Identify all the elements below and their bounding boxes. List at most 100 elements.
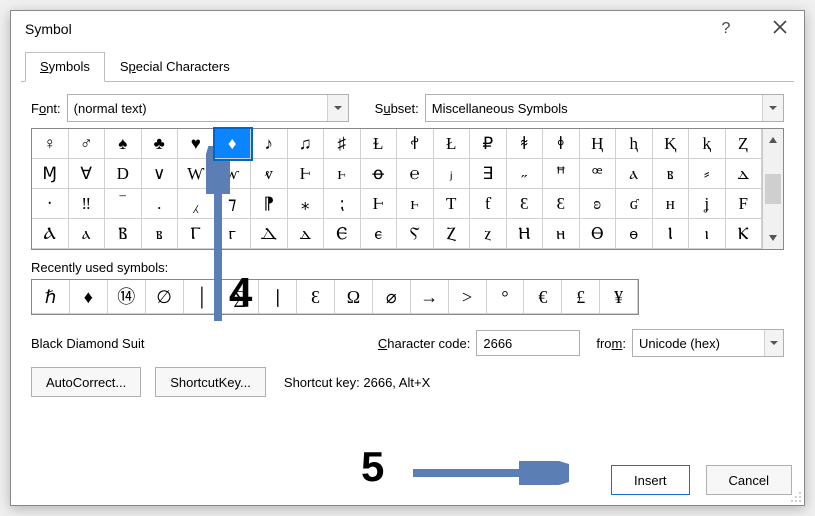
symbol-cell[interactable]: ƭ <box>470 189 507 219</box>
symbol-cell[interactable]: ʝ <box>689 189 726 219</box>
recent-symbol-cell[interactable]: ∣ <box>259 280 297 314</box>
symbol-cell[interactable]: F <box>726 189 763 219</box>
symbol-cell[interactable]: ‼ <box>69 189 106 219</box>
charcode-input[interactable] <box>476 330 580 356</box>
symbol-cell[interactable]: ♫ <box>288 129 325 159</box>
recent-symbol-cell[interactable]: Ω <box>335 280 373 314</box>
symbol-cell[interactable]: ⱼ <box>434 159 471 189</box>
recent-symbol-cell[interactable]: ⑭ <box>108 280 146 314</box>
recent-symbol-cell[interactable]: Ɛ <box>297 280 335 314</box>
symbol-cell[interactable]: ⲓ <box>689 219 726 249</box>
symbol-cell[interactable]: ꟸ <box>543 159 580 189</box>
symbol-cell[interactable]: ʜ <box>653 189 690 219</box>
subset-combobox[interactable] <box>425 94 784 122</box>
symbol-cell[interactable]: Ⲓ <box>653 219 690 249</box>
symbol-cell[interactable]: ⲅ <box>215 219 252 249</box>
recent-symbol-cell[interactable]: │ <box>184 280 222 314</box>
symbol-cell[interactable]: ∀ <box>69 159 106 189</box>
symbol-cell[interactable]: Ⲑ <box>580 219 617 249</box>
symbol-cell[interactable]: ꬸ <box>507 129 544 159</box>
symbol-cell[interactable]: ♠ <box>105 129 142 159</box>
symbol-cell[interactable]: ⱶ <box>397 189 434 219</box>
recent-symbol-cell[interactable]: ⌀ <box>373 280 411 314</box>
autocorrect-button[interactable]: AutoCorrect... <box>31 367 141 397</box>
chevron-down-icon[interactable] <box>764 330 783 356</box>
symbol-cell[interactable]: Ⱶ <box>288 159 325 189</box>
symbol-cell[interactable]: ⁎ <box>288 189 325 219</box>
recent-symbol-cell[interactable]: → <box>411 280 449 314</box>
symbol-cell[interactable]: Ⱨ <box>580 129 617 159</box>
symbol-cell[interactable]: ⁁ <box>178 189 215 219</box>
symbol-cell[interactable]: Ⲕ <box>726 219 763 249</box>
recent-symbol-cell[interactable]: ℏ <box>32 280 70 314</box>
symbol-cell[interactable]: ∨ <box>142 159 179 189</box>
recent-symbol-cell[interactable]: £ <box>562 280 600 314</box>
symbol-cell[interactable]: Ⲇ <box>251 219 288 249</box>
symbol-cell[interactable]: Ⲍ <box>434 219 471 249</box>
symbol-cell[interactable]: ⲇ <box>288 219 325 249</box>
shortcut-key-button[interactable]: Shortcut Key... <box>155 367 266 397</box>
symbol-cell[interactable]: ∃ <box>470 159 507 189</box>
symbol-cell[interactable]: ⱶ <box>324 159 361 189</box>
scroll-down-icon[interactable] <box>763 227 783 249</box>
symbol-cell[interactable]: Ɱ <box>32 159 69 189</box>
resize-grip-icon[interactable] <box>788 489 802 503</box>
symbol-cell[interactable]: ˶ <box>507 159 544 189</box>
chevron-down-icon[interactable] <box>762 95 783 121</box>
recent-symbol-cell[interactable]: ∅ <box>146 280 184 314</box>
symbol-cell[interactable]: Ⲅ <box>178 219 215 249</box>
symbol-cell[interactable]: ⸗ <box>689 159 726 189</box>
symbol-cell[interactable]: ♂ <box>69 129 106 159</box>
recent-symbol-cell[interactable]: € <box>524 280 562 314</box>
symbol-cell[interactable]: ⲇ <box>726 159 763 189</box>
symbol-cell[interactable]: ‧ <box>32 189 69 219</box>
help-button[interactable]: ? <box>710 15 742 43</box>
from-input[interactable] <box>633 331 764 355</box>
recent-symbol-cell[interactable]: ° <box>487 280 525 314</box>
symbol-cell[interactable]: ⲏ <box>543 219 580 249</box>
from-combobox[interactable] <box>632 329 784 357</box>
symbol-cell[interactable]: ⲁ <box>69 219 106 249</box>
symbol-cell[interactable]: D <box>105 159 142 189</box>
symbol-cell[interactable]: ꝋ <box>361 159 398 189</box>
symbol-cell[interactable]: ⱴ <box>251 159 288 189</box>
close-button[interactable] <box>764 15 796 43</box>
symbol-cell[interactable]: ⁊ <box>215 189 252 219</box>
symbol-cell[interactable]: Ⲃ <box>105 219 142 249</box>
scroll-thumb[interactable] <box>765 174 781 204</box>
symbol-cell[interactable]: ⱳ <box>215 159 252 189</box>
symbol-cell[interactable]: Ⲏ <box>507 219 544 249</box>
insert-button[interactable]: Insert <box>611 465 690 495</box>
symbol-cell[interactable]: Ⱪ <box>653 129 690 159</box>
symbol-cell[interactable]: ⁏ <box>324 189 361 219</box>
symbol-cell[interactable]: ♯ <box>324 129 361 159</box>
symbol-cell[interactable]: . <box>142 189 179 219</box>
symbol-cell[interactable]: Ⲁ <box>32 219 69 249</box>
recent-symbol-cell[interactable]: > <box>449 280 487 314</box>
symbol-cell[interactable]: Ⲋ <box>397 219 434 249</box>
symbol-cell[interactable]: ⲉ <box>361 219 398 249</box>
symbol-cell[interactable]: ʛ <box>616 189 653 219</box>
symbol-cell[interactable]: ʚ <box>580 189 617 219</box>
symbol-cell[interactable]: ꬹ <box>543 129 580 159</box>
symbol-cell[interactable]: ⲁ <box>616 159 653 189</box>
symbol-cell[interactable]: Ⱬ <box>726 129 763 159</box>
symbol-cell[interactable]: ⱪ <box>689 129 726 159</box>
symbol-cell[interactable]: ♀ <box>32 129 69 159</box>
symbol-cell[interactable]: Ł <box>434 129 471 159</box>
font-combobox[interactable] <box>67 94 349 122</box>
symbol-cell[interactable]: Ƭ <box>434 189 471 219</box>
symbol-cell[interactable]: ℮ <box>397 159 434 189</box>
symbol-cell[interactable]: ꬷ <box>397 129 434 159</box>
symbol-cell[interactable]: ⲑ <box>616 219 653 249</box>
symbol-cell[interactable]: ⱨ <box>616 129 653 159</box>
cancel-button[interactable]: Cancel <box>706 465 792 495</box>
symbol-cell[interactable]: Ⲉ <box>324 219 361 249</box>
symbol-cell[interactable]: ₽ <box>470 129 507 159</box>
symbol-cell[interactable]: ♣ <box>142 129 179 159</box>
symbol-cell[interactable]: ‾ <box>105 189 142 219</box>
symbol-cell[interactable]: Ɛ <box>507 189 544 219</box>
chevron-down-icon[interactable] <box>327 95 347 121</box>
symbol-cell[interactable]: ♦ <box>215 129 252 159</box>
recent-symbol-cell[interactable]: ∑ <box>221 280 259 314</box>
